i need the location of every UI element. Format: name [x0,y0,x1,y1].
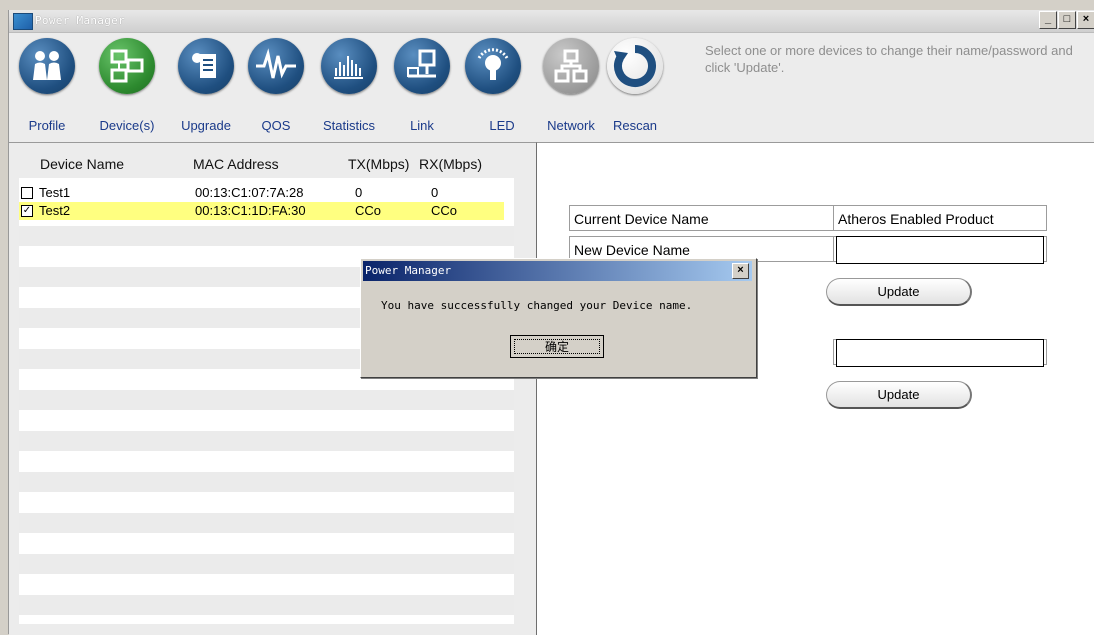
password-cell [833,339,1047,367]
instructions-text: Select one or more devices to change the… [705,43,1073,75]
toolbar-upgrade[interactable]: Upgrade [174,38,238,133]
dialog-close-icon[interactable]: × [732,263,749,279]
header-tx[interactable]: TX(Mbps) [348,156,409,172]
dialog-ok-label: 确定 [514,339,600,354]
dialog-title: Power Manager [365,264,452,277]
toolbar-qos-label: QOS [261,118,291,133]
toolbar-statistics-label: Statistics [322,118,375,133]
dialog-ok-button[interactable]: 确定 [510,335,604,358]
maximize-button[interactable]: □ [1058,11,1076,29]
current-name-label: Current Device Name [569,205,834,231]
header-mac-address[interactable]: MAC Address [193,156,279,172]
device-name-cell: Test1 [39,185,71,200]
update-name-button[interactable]: Update [826,278,972,306]
new-name-cell [833,236,1047,264]
minimize-button[interactable]: _ [1039,11,1057,29]
upgrade-icon [178,38,234,94]
toolbar-led[interactable]: LED [461,38,525,133]
empty-row [19,595,514,615]
led-bulb-icon [465,38,521,94]
new-device-name-input[interactable] [836,236,1044,264]
app-icon [13,13,33,30]
profile-people-icon [19,38,75,94]
devices-icon [99,38,155,94]
new-password-input[interactable] [836,339,1044,367]
table-row[interactable]: ✓ Test2 00:13:C1:1D:FA:30 CCo CCo [19,202,504,220]
toolbar-statistics[interactable]: Statistics [317,38,381,133]
toolbar-link[interactable]: Link [390,38,454,133]
device-checkbox[interactable] [21,187,33,199]
empty-row [19,390,514,410]
device-details-panel: Current Device Name Atheros Enabled Prod… [537,142,1094,635]
toolbar-led-label: LED [489,118,515,133]
header-device-name[interactable]: Device Name [40,156,124,172]
toolbar-profile-label: Profile [28,118,66,133]
rescan-refresh-icon [607,38,663,94]
tx-cell: 0 [355,185,363,200]
mac-cell: 00:13:C1:07:7A:28 [195,185,304,200]
toolbar-rescan[interactable]: Rescan [603,38,667,133]
toolbar-link-label: Link [410,118,434,133]
device-list[interactable]: Test1 00:13:C1:07:7A:28 0 0 ✓ Test2 00:1… [19,178,514,624]
network-tree-icon [543,38,599,94]
toolbar-devices-label: Device(s) [99,118,155,133]
success-dialog: Power Manager × You have successfully ch… [360,258,757,378]
empty-row [19,431,514,451]
qos-waveform-icon [248,38,304,94]
tx-cell: CCo [355,203,382,218]
toolbar-rescan-label: Rescan [612,118,658,133]
current-name-value: Atheros Enabled Product [833,205,1047,231]
header-rx[interactable]: RX(Mbps) [419,156,482,172]
mac-cell: 00:13:C1:1D:FA:30 [195,203,306,218]
toolbar-network[interactable]: Network [539,38,603,133]
dialog-title-bar[interactable]: Power Manager × [363,261,752,281]
device-list-panel: Device Name MAC Address TX(Mbps) RX(Mbps… [9,142,537,635]
rx-cell: CCo [431,203,458,218]
empty-row [19,226,514,246]
toolbar-network-label: Network [547,118,595,133]
table-row[interactable]: Test1 00:13:C1:07:7A:28 0 0 [19,184,504,202]
close-button[interactable]: × [1077,11,1094,29]
toolbar-devices[interactable]: Device(s) [95,38,159,133]
toolbar: Profile Device(s) Upgrade QOS Statistics [9,34,699,142]
dialog-message: You have successfully changed your Devic… [381,299,693,312]
toolbar-profile[interactable]: Profile [15,38,79,133]
title-bar[interactable]: Power Manager _ □ × [9,10,1094,33]
empty-row [19,472,514,492]
toolbar-upgrade-label: Upgrade [181,118,231,133]
window-title: Power Manager [35,14,125,27]
link-network-icon [394,38,450,94]
statistics-bars-icon [321,38,377,94]
rx-cell: 0 [431,185,439,200]
toolbar-qos[interactable]: QOS [244,38,308,133]
device-checkbox[interactable]: ✓ [21,205,33,217]
device-name-cell: Test2 [39,203,71,218]
empty-row [19,513,514,533]
empty-row [19,554,514,574]
update-password-button[interactable]: Update [826,381,972,409]
